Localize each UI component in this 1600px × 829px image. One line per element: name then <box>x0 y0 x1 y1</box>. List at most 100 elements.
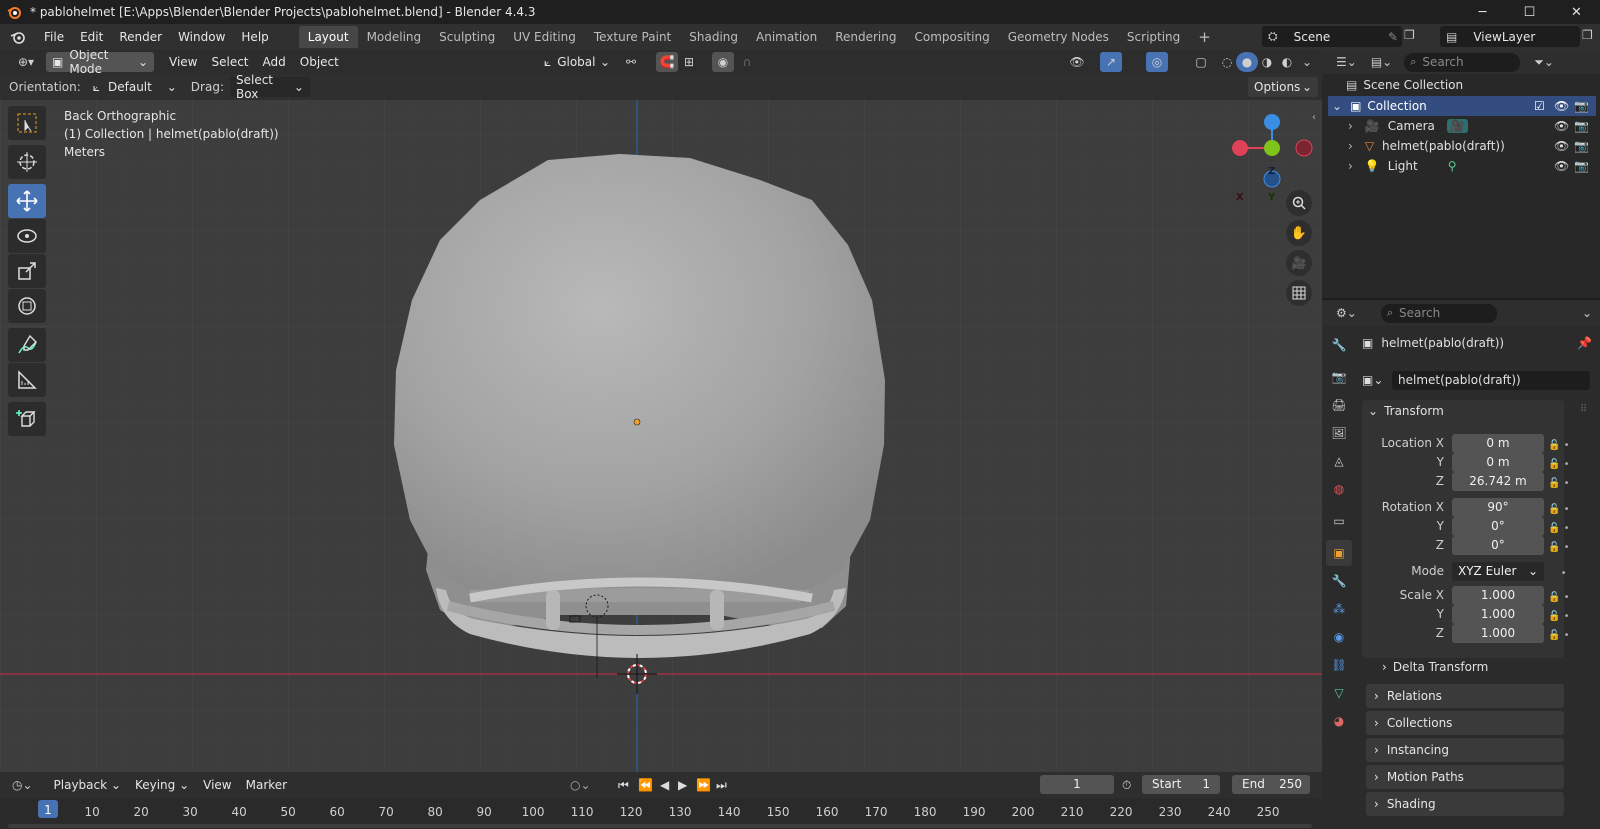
transform-panel-header[interactable]: ⌄ Transform <box>1368 404 1444 418</box>
render-camera-icon[interactable]: 📷 <box>1574 139 1589 153</box>
annotate-tool[interactable] <box>8 328 46 362</box>
chevron-down-icon[interactable]: ⌄ <box>1582 306 1592 320</box>
lock-icon[interactable]: 🔓 • <box>1548 519 1576 538</box>
new-view-layer-icon[interactable]: ❐ <box>1582 28 1593 42</box>
delta-transform-header[interactable]: › Delta Transform <box>1382 660 1488 674</box>
chevron-right-icon[interactable]: › <box>1348 139 1353 153</box>
eye-icon[interactable]: 👁 <box>1554 159 1569 173</box>
editor-type-icon[interactable]: ☰⌄ <box>1336 55 1357 69</box>
select-box-tool[interactable] <box>8 106 46 140</box>
cursor-tool[interactable] <box>8 145 46 179</box>
render-camera-icon[interactable]: 📷 <box>1574 119 1589 133</box>
transform-tool[interactable] <box>8 289 46 323</box>
outliner-item-helmet[interactable]: › ▽ helmet(pablo(draft)) 👁 📷 <box>1328 136 1596 156</box>
particles-tab-icon[interactable]: ⁂ <box>1326 596 1352 622</box>
new-scene-icon[interactable]: ❐ <box>1404 28 1415 42</box>
view-layer-selector[interactable]: ▤ ViewLayer <box>1440 26 1580 47</box>
maximize-button[interactable]: ☐ <box>1506 0 1553 24</box>
chevron-right-icon[interactable]: › <box>1348 119 1353 133</box>
chevron-right-icon[interactable]: › <box>1348 159 1353 173</box>
material-tab-icon[interactable]: ◕ <box>1326 708 1352 734</box>
scale-z-field[interactable]: 1.000 <box>1452 624 1544 643</box>
tab-sculpting[interactable]: Sculpting <box>430 26 504 48</box>
pan-hand-icon[interactable]: ✋ <box>1286 220 1312 246</box>
lock-icon-column[interactable]: 🔓 • 🔓 • 🔓 • 🔓 • 🔓 • 🔓 • • 🔓 • 🔓 • 🔓 • <box>1548 436 1576 645</box>
wireframe-shading-icon[interactable]: ◌ <box>1216 52 1238 72</box>
gizmo-y-label[interactable]: Y <box>1268 192 1275 203</box>
options-dropdown[interactable]: Options ⌄ <box>1248 77 1318 97</box>
chevron-down-icon[interactable]: ⌄ <box>1332 99 1342 113</box>
checkbox-icon[interactable]: ☑ <box>1534 99 1545 113</box>
display-mode-icon[interactable]: ▤⌄ <box>1371 55 1392 69</box>
lock-icon[interactable]: 🔓 • <box>1548 588 1576 607</box>
menu-view[interactable]: View <box>162 52 204 72</box>
constraints-tab-icon[interactable]: ⛓ <box>1326 652 1352 678</box>
xray-icon[interactable]: ▢ <box>1190 52 1212 72</box>
tab-animation[interactable]: Animation <box>747 26 826 48</box>
visibility-icon[interactable]: 👁 <box>1066 52 1088 72</box>
perspective-grid-icon[interactable] <box>1286 280 1312 306</box>
location-y-field[interactable]: 0 m <box>1452 453 1544 472</box>
3d-viewport[interactable]: Z X Y ⊕▾ ▣ Object Mode ⌄ View Select Add… <box>0 50 1322 772</box>
editor-type-icon[interactable]: ⊕▾ <box>8 52 44 72</box>
solid-shading-icon[interactable]: ● <box>1236 52 1258 72</box>
location-x-field[interactable]: 0 m <box>1452 434 1544 453</box>
relations-panel-header[interactable]: › Relations <box>1366 684 1564 708</box>
snap-target-icon[interactable]: ⊞ <box>678 52 700 72</box>
output-tab-icon[interactable]: 🖨 <box>1326 392 1352 418</box>
menu-object[interactable]: Object <box>293 52 346 72</box>
datablock-field[interactable]: helmet(pablo(draft)) <box>1392 370 1590 390</box>
tab-texture-paint[interactable]: Texture Paint <box>585 26 680 48</box>
outliner-item-camera[interactable]: › 🎥 Camera 🎥 👁 📷 <box>1328 116 1596 136</box>
scene-collection-row[interactable]: ▤ Scene Collection <box>1346 78 1463 92</box>
add-cube-tool[interactable] <box>8 402 46 436</box>
eye-icon[interactable]: 👁 <box>1554 139 1569 153</box>
scale-y-field[interactable]: 1.000 <box>1452 605 1544 624</box>
properties-search[interactable]: ⌕ Search <box>1380 303 1497 323</box>
close-button[interactable]: ✕ <box>1553 0 1600 24</box>
editor-type-icon[interactable]: ⚙⌄ <box>1336 306 1357 320</box>
object-datablock-icon[interactable]: ▣⌄ <box>1362 373 1392 387</box>
sidebar-toggle-icon[interactable]: ‹ <box>1312 112 1316 123</box>
orientation-default-dropdown[interactable]: ⟀ Default ⌄ <box>87 77 183 97</box>
tab-uv-editing[interactable]: UV Editing <box>504 26 585 48</box>
camera-view-icon[interactable]: 🎥 <box>1286 250 1312 276</box>
drag-handle-icon[interactable]: ⠿ <box>1580 404 1587 415</box>
gizmo-toggle-icon[interactable]: ↗ <box>1100 52 1122 72</box>
lock-icon[interactable]: 🔓 • <box>1548 474 1576 493</box>
lock-icon[interactable]: 🔓 • <box>1548 538 1576 557</box>
tab-geometry-nodes[interactable]: Geometry Nodes <box>999 26 1118 48</box>
rotation-z-field[interactable]: 0° <box>1452 536 1544 555</box>
outliner-item-light[interactable]: › 💡 Light ⚲ 👁 📷 <box>1328 156 1596 176</box>
menu-select[interactable]: Select <box>204 52 255 72</box>
tool-tab-icon[interactable]: 🔧 <box>1326 332 1352 358</box>
scrollbar[interactable] <box>8 824 1312 828</box>
transform-orientation-dropdown[interactable]: ⟀ Global ⌄ <box>538 52 616 72</box>
scale-x-field[interactable]: 1.000 <box>1452 586 1544 605</box>
overlay-toggle-icon[interactable]: ◎ <box>1146 52 1168 72</box>
menu-window[interactable]: Window <box>170 26 233 48</box>
tab-modeling[interactable]: Modeling <box>358 26 431 48</box>
datablock-row[interactable]: ▣⌄ helmet(pablo(draft)) <box>1362 370 1590 390</box>
mode-dropdown[interactable]: ▣ Object Mode ⌄ <box>46 50 154 76</box>
drag-dropdown[interactable]: Select Box ⌄ <box>229 73 310 101</box>
render-camera-icon[interactable]: 📷 <box>1574 159 1589 173</box>
zoom-icon[interactable] <box>1286 190 1312 216</box>
scene-selector[interactable]: ⛭ Scene ✎ <box>1262 26 1402 47</box>
add-workspace-button[interactable]: + <box>1189 26 1220 48</box>
lock-icon[interactable]: 🔓 • <box>1548 500 1576 519</box>
rotation-y-field[interactable]: 0° <box>1452 517 1544 536</box>
measure-tool[interactable] <box>8 363 46 397</box>
frame-ruler[interactable]: 10 20 30 40 50 60 70 80 90 100 110 120 130 140 150 160 1… <box>0 772 1322 829</box>
tab-rendering[interactable]: Rendering <box>826 26 905 48</box>
lock-icon[interactable]: 🔓 • <box>1548 436 1576 455</box>
rotate-tool[interactable] <box>8 219 46 253</box>
lock-icon[interactable]: 🔓 • <box>1548 455 1576 474</box>
pivot-point-icon[interactable]: ⚯ <box>620 52 642 72</box>
menu-edit[interactable]: Edit <box>72 26 111 48</box>
move-tool[interactable] <box>8 184 46 218</box>
menu-render[interactable]: Render <box>111 26 170 48</box>
viewport-canvas[interactable] <box>0 50 1322 772</box>
menu-add[interactable]: Add <box>256 52 293 72</box>
minimize-button[interactable]: ─ <box>1459 0 1506 24</box>
